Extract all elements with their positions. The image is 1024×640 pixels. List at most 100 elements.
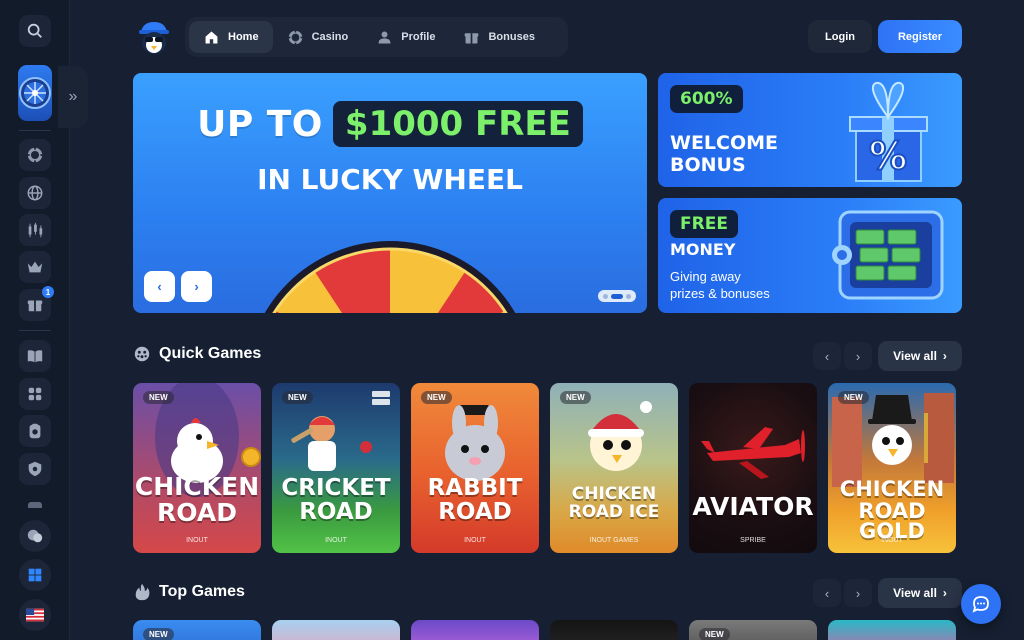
nav-home[interactable]: Home [189, 21, 273, 53]
live-chat-button[interactable] [961, 584, 1001, 624]
quick-games-next-button[interactable]: › [844, 342, 872, 370]
cricket-player-illustration [291, 391, 390, 471]
new-badge: NEW [838, 391, 869, 404]
sidebar-item-rules[interactable] [19, 340, 51, 372]
register-button[interactable]: Register [878, 20, 962, 53]
sidebar-item-games[interactable] [19, 378, 51, 410]
free-money-sub-2: prizes & bonuses [670, 286, 770, 301]
game-title-line1: CHICKEN [571, 484, 657, 504]
sidebar-item-sports[interactable] [19, 177, 51, 209]
game-provider: SPRIBE [740, 537, 766, 544]
game-provider: INOUT [325, 537, 347, 544]
notification-badge: 1 [42, 286, 54, 298]
nav-casino-label: Casino [311, 31, 349, 43]
top-game-card[interactable] [828, 620, 956, 640]
crown-icon [27, 261, 43, 273]
home-icon [205, 31, 218, 43]
book-icon [27, 350, 43, 363]
sidebar: » 1 [0, 0, 88, 640]
hero-prev-button[interactable]: ‹ [144, 271, 175, 302]
game-card-cricket-road[interactable]: NEW CRICKET ROAD INOUT [272, 383, 400, 553]
gift-icon [465, 32, 479, 43]
quick-games-prev-button[interactable]: ‹ [813, 342, 841, 370]
puzzle-icon [28, 387, 42, 401]
top-games-prev-button[interactable]: ‹ [813, 579, 841, 607]
search-button[interactable] [19, 15, 51, 47]
top-game-card[interactable] [272, 620, 400, 640]
sidebar-item-casino[interactable] [19, 139, 51, 171]
quick-games-heading: Quick Games [133, 345, 261, 363]
divider [19, 130, 51, 131]
game-card-chicken-road[interactable]: NEW CHICKEN ROAD INOUT [133, 383, 261, 553]
globe-icon [27, 185, 43, 201]
game-provider: INOUT GAMES [589, 537, 639, 544]
chicken-illustration [155, 383, 261, 497]
language-selector[interactable] [19, 599, 51, 631]
game-title-line2: ROAD GOLD [858, 499, 926, 543]
windows-icon [28, 568, 42, 582]
nav-bonuses-label: Bonuses [488, 31, 535, 43]
sidebar-item-vip[interactable] [19, 251, 51, 283]
hero-banner[interactable]: UP TO $1000 FREE IN LUCKY WHEEL ‹ › [133, 73, 647, 313]
top-games-view-all[interactable]: View all › [878, 578, 962, 608]
user-icon [378, 31, 391, 43]
chevron-right-icon: › [855, 348, 861, 364]
expand-sidebar-button[interactable]: » [58, 66, 88, 128]
nav-bonuses[interactable]: Bonuses [449, 21, 548, 53]
carousel-dot[interactable] [626, 293, 631, 299]
divider [19, 330, 51, 331]
site-logo[interactable] [135, 18, 173, 56]
free-money-card[interactable]: FREE MONEY Giving away prizes & bonuses [658, 198, 962, 313]
nav-profile-label: Profile [401, 31, 436, 43]
game-card-aviator[interactable]: AVIATOR SPRIBE [689, 383, 817, 553]
windows-app-button[interactable] [19, 559, 51, 591]
login-button[interactable]: Login [808, 20, 872, 53]
game-title-line1: CHICKEN [839, 477, 945, 501]
sidebar-item-bonuses[interactable]: 1 [19, 286, 54, 321]
rabbit-illustration [445, 405, 505, 481]
sidebar-item-trading[interactable] [19, 214, 51, 246]
nav-casino[interactable]: Casino [273, 21, 363, 53]
lucky-wheel-illustration [264, 241, 516, 313]
game-title-line2: ROAD [438, 499, 512, 525]
carousel-dot-active[interactable] [611, 293, 623, 299]
nav-profile[interactable]: Profile [362, 21, 449, 53]
top-games-title: Top Games [159, 583, 245, 600]
welcome-bonus-card[interactable]: 600% WELCOME BONUS % [658, 73, 962, 187]
chevron-right-icon: › [855, 585, 861, 601]
chevron-right-icon: › [942, 349, 947, 363]
game-card-chicken-road-gold[interactable]: NEW CHICKEN ROAD GOLD INOUT [828, 383, 956, 553]
partial-icon [28, 502, 42, 508]
new-badge: NEW [560, 391, 591, 404]
hero-headline: UP TO $1000 FREE [133, 101, 647, 147]
lucky-wheel-button[interactable] [18, 65, 52, 121]
top-game-card[interactable]: NEW [133, 620, 261, 640]
chevron-left-icon: ‹ [824, 585, 830, 601]
game-card-chicken-road-ice[interactable]: NEW CHICKEN ROAD ICE INOUT GAMES [550, 383, 678, 553]
top-game-card[interactable] [411, 620, 539, 640]
carousel-dot[interactable] [603, 293, 608, 299]
new-badge: NEW [421, 391, 452, 404]
search-icon [27, 23, 42, 38]
top-game-card[interactable]: NEW [689, 620, 817, 640]
game-card-rabbit-road[interactable]: NEW RABBIT ROAD INOUT [411, 383, 539, 553]
carousel-dots [598, 290, 636, 302]
chevron-left-icon: ‹ [824, 348, 830, 364]
view-all-label: View all [893, 586, 937, 600]
ticket-icon [29, 423, 41, 439]
casino-chip-icon [287, 29, 303, 45]
top-game-card[interactable] [550, 620, 678, 640]
red-plane-illustration [701, 427, 805, 479]
hero-headline-amount: $1000 FREE [332, 101, 583, 147]
sidebar-item-lottery[interactable] [19, 415, 51, 447]
quick-games-view-all[interactable]: View all › [878, 341, 962, 371]
hero-next-button[interactable]: › [181, 271, 212, 302]
game-title-line1: CRICKET [281, 475, 391, 501]
support-chat-button[interactable] [19, 520, 51, 552]
top-games-next-button[interactable]: › [844, 579, 872, 607]
chevron-double-right-icon: » [68, 88, 78, 105]
sidebar-item-security[interactable] [19, 453, 51, 485]
hero-headline-prefix: UP TO [197, 103, 323, 145]
safe-money-icon [832, 210, 944, 300]
quick-games-title: Quick Games [159, 345, 262, 362]
